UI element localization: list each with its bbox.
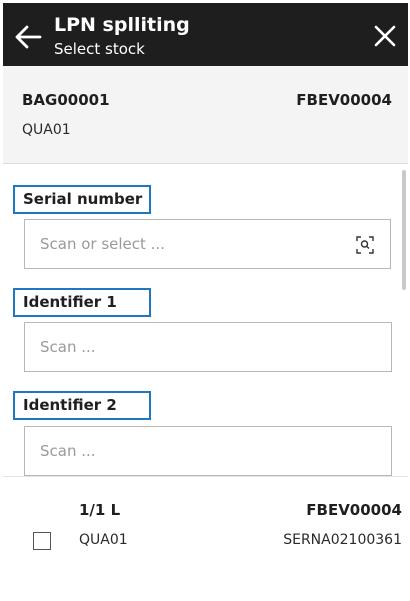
- close-button[interactable]: [370, 21, 400, 51]
- serial-number-input[interactable]: Scan or select ...: [24, 219, 341, 269]
- quantity-label: 1/1 L: [79, 501, 121, 519]
- lpn-info-panel: BAG00001 FBEV00004 QUA01: [3, 66, 408, 164]
- serial-number-label: Serial number: [13, 185, 151, 214]
- page-subtitle: Select stock: [54, 40, 145, 58]
- page-title: LPN splliting: [54, 14, 190, 36]
- serial-number-value: SERNA02100361: [283, 532, 402, 548]
- arrow-left-icon: [15, 25, 42, 49]
- app-header: LPN splliting Select stock: [3, 3, 408, 66]
- scan-search-icon: [356, 236, 374, 254]
- stock-form: Serial number Scan or select ... Identif…: [3, 164, 408, 476]
- item-code: FBEV00004: [296, 91, 392, 109]
- quality-code: QUA01: [79, 532, 128, 548]
- identifier-2-label: Identifier 2: [13, 391, 151, 420]
- serial-number-scan-button[interactable]: [340, 219, 391, 269]
- stock-list-item[interactable]: 1/1 L FBEV00004 QUA01 SERNA02100361: [3, 476, 408, 599]
- form-scrollbar[interactable]: [402, 170, 406, 290]
- identifier-1-label: Identifier 1: [13, 288, 151, 317]
- lpn-code: BAG00001: [22, 91, 110, 109]
- item-code: FBEV00004: [306, 501, 402, 519]
- back-button[interactable]: [12, 21, 44, 53]
- close-icon: [374, 25, 396, 47]
- select-checkbox[interactable]: [33, 532, 51, 550]
- identifier-1-input[interactable]: Scan ...: [24, 322, 392, 372]
- identifier-2-input[interactable]: Scan ...: [24, 426, 392, 476]
- quality-code: QUA01: [22, 122, 71, 138]
